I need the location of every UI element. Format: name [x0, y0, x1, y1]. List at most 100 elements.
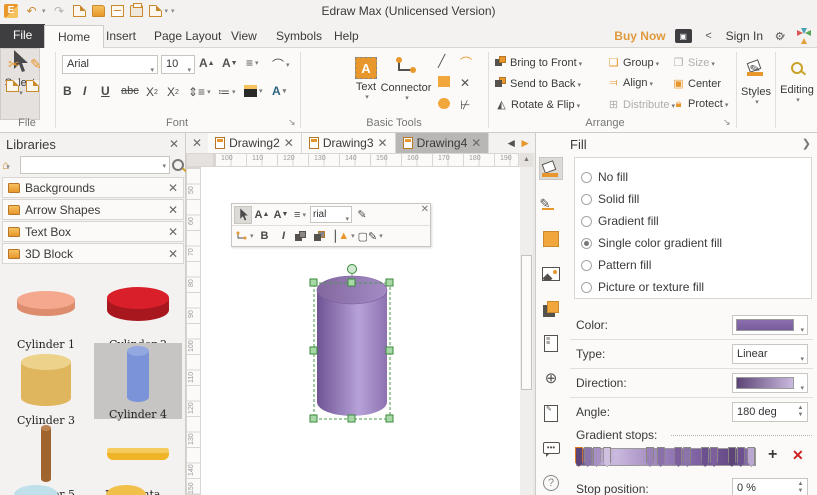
font-color-icon[interactable]: A▾	[272, 84, 286, 98]
rectangle-tool-icon[interactable]	[438, 76, 450, 87]
help-tab-icon[interactable]: ?	[539, 472, 563, 495]
close-tab-icon[interactable]: ✕	[378, 136, 388, 150]
center-button[interactable]: ▣Center	[672, 77, 721, 90]
ellipse-tool-icon[interactable]	[438, 98, 450, 109]
mini-italic-button[interactable]: I	[275, 227, 293, 245]
direction-dropdown[interactable]: ▾	[732, 373, 808, 393]
font-family-combo[interactable]: Arial▾	[62, 55, 158, 74]
strikethrough-button[interactable]: abc	[121, 85, 139, 97]
gradient-stop-marker[interactable]	[747, 447, 755, 467]
shadow-tab-icon[interactable]	[539, 297, 563, 320]
curve-tool-icon[interactable]: ⌒	[460, 54, 472, 71]
undo-dropdown-icon[interactable]: ▾	[42, 7, 46, 15]
edraw-logo-icon[interactable]: E	[4, 4, 18, 18]
library-item-arrow-shapes[interactable]: Arrow Shapes✕	[2, 199, 184, 220]
styles-button[interactable]: ✎ Styles ▾	[738, 54, 774, 126]
mini-connector-icon[interactable]: ▾	[234, 227, 255, 245]
rotation-handle[interactable]	[348, 265, 357, 274]
export-icon[interactable]	[149, 5, 162, 17]
library-item-text-box[interactable]: Text Box✕	[2, 221, 184, 242]
page-setup-tab-icon[interactable]: ≡≡	[539, 332, 563, 355]
shape-horizontal-cylinder[interactable]: Horizonta...	[94, 423, 182, 495]
mini-distribute-icon[interactable]: ⎮▲▾	[332, 227, 356, 245]
tab-drawing4[interactable]: Drawing4✕	[396, 133, 490, 153]
settings-gear-icon[interactable]: ⚙▾	[772, 29, 788, 43]
highlight-icon[interactable]: ▾	[244, 85, 263, 97]
buy-now-link[interactable]: Buy Now	[614, 29, 665, 43]
scroll-up-icon[interactable]: ▲	[520, 153, 533, 167]
line-tool-icon[interactable]: ╱	[438, 54, 445, 68]
tab-help[interactable]: Help	[321, 25, 372, 48]
screenshot-icon[interactable]: ▣	[675, 29, 692, 43]
copy-icon[interactable]	[6, 80, 19, 92]
close-library-icon[interactable]: ✕	[168, 181, 178, 195]
shape-cylinder-3[interactable]: Cylinder 3	[2, 349, 90, 427]
save-icon[interactable]	[111, 5, 124, 17]
gradient-stop-marker[interactable]	[646, 447, 654, 467]
spinner-arrows-icon[interactable]: ▲▼	[795, 480, 806, 495]
delete-tool-icon[interactable]: ✕	[460, 76, 470, 90]
line-spacing-icon[interactable]: ⇕≡▾	[188, 85, 211, 99]
print-icon[interactable]	[130, 5, 143, 17]
shrink-font-icon[interactable]: A▼	[222, 56, 238, 70]
gradient-stop-marker[interactable]	[674, 447, 682, 467]
close-library-icon[interactable]: ✕	[168, 247, 178, 261]
mini-align-icon[interactable]: ≡▾	[291, 206, 309, 224]
rotate-flip-button[interactable]: ◭Rotate & Flip▾	[495, 98, 580, 111]
font-dialog-launcher-icon[interactable]: ↘	[288, 117, 296, 128]
gradient-stop-marker[interactable]	[710, 447, 718, 467]
library-home-icon[interactable]: ⌂▾	[2, 158, 18, 172]
shape-cylinder-5[interactable]: Cylinder 5	[2, 423, 90, 495]
bullet-list-icon[interactable]: ≔▾	[218, 85, 236, 99]
align-button[interactable]: ⫤Align▾	[607, 77, 653, 90]
scrollbar-thumb[interactable]	[521, 255, 532, 390]
pinwheel-icon[interactable]	[797, 29, 811, 43]
gradient-stop-marker[interactable]	[728, 447, 736, 467]
gradient-stop-marker[interactable]	[683, 447, 691, 467]
export-dropdown-icon[interactable]: ▾	[165, 7, 169, 15]
option-solid-fill[interactable]: Solid fill	[581, 188, 805, 210]
mini-shrink-font-icon[interactable]: A▼	[272, 206, 290, 224]
drawing-page[interactable]: ✕ A▲ A▼ ≡▾ rial▾ ✎ ▾ B I ⎮▲▾ ▢✎▾	[201, 167, 520, 495]
italic-button[interactable]: I	[83, 84, 86, 98]
tab-scroll-right-icon[interactable]: ►	[519, 136, 531, 150]
fill-tab-icon[interactable]	[539, 157, 563, 180]
line-style-tab-icon[interactable]: ✎	[539, 192, 563, 215]
option-pattern-fill[interactable]: Pattern fill	[581, 254, 805, 276]
delete-stop-icon[interactable]: ✕	[792, 447, 804, 464]
tab-drawing3[interactable]: Drawing3✕	[302, 133, 396, 153]
crop-tool-icon[interactable]: ⊬	[460, 98, 470, 112]
note-tab-icon[interactable]: ✎	[539, 402, 563, 425]
angle-spinner[interactable]: 180 deg▲▼	[732, 402, 808, 422]
gradient-stop-marker[interactable]	[657, 447, 665, 467]
gradient-stop-marker[interactable]	[737, 447, 745, 467]
share-icon[interactable]: <	[701, 29, 717, 43]
open-icon[interactable]	[92, 5, 105, 17]
close-tab-icon[interactable]: ✕	[284, 136, 294, 150]
close-tab-icon[interactable]: ✕	[471, 136, 481, 150]
font-size-combo[interactable]: 10▾	[161, 55, 195, 74]
tabstrip-close-icon[interactable]: ✕	[186, 136, 208, 150]
arrange-dialog-launcher-icon[interactable]: ↘	[723, 117, 731, 128]
gradient-stops-bar[interactable]	[576, 448, 756, 466]
mini-format-painter-icon[interactable]: ✎	[353, 206, 371, 224]
connector-tool-button[interactable]: Connector ▾	[380, 54, 432, 126]
bring-to-front-button[interactable]: Bring to Front▾	[495, 56, 582, 69]
type-dropdown[interactable]: Linear▾	[732, 344, 808, 364]
cut-icon[interactable]: ✂	[8, 56, 20, 73]
canvas-vertical-scrollbar[interactable]: ▲	[520, 153, 533, 495]
protect-button[interactable]: 🔒︎Protect▾	[672, 98, 728, 111]
option-single-color-gradient-fill[interactable]: Single color gradient fill	[581, 232, 805, 254]
comment-tab-icon[interactable]: •••	[539, 437, 563, 460]
mini-font-combo[interactable]: rial▾	[310, 206, 352, 223]
mini-toolbar-close-icon[interactable]: ✕	[421, 204, 429, 215]
library-search-input[interactable]: ▾	[20, 156, 170, 174]
color-dropdown[interactable]: ▾	[732, 315, 808, 335]
library-item-3d-block[interactable]: 3D Block✕	[2, 243, 184, 264]
gradient-stop-marker[interactable]	[593, 447, 601, 467]
format-painter-icon[interactable]: ✎	[30, 56, 42, 73]
undo-icon[interactable]: ↶	[24, 3, 39, 18]
mini-style-icon[interactable]: ▢✎▾	[357, 227, 384, 245]
gradient-stop-marker[interactable]	[603, 447, 611, 467]
sign-in-link[interactable]: Sign In	[726, 29, 763, 43]
